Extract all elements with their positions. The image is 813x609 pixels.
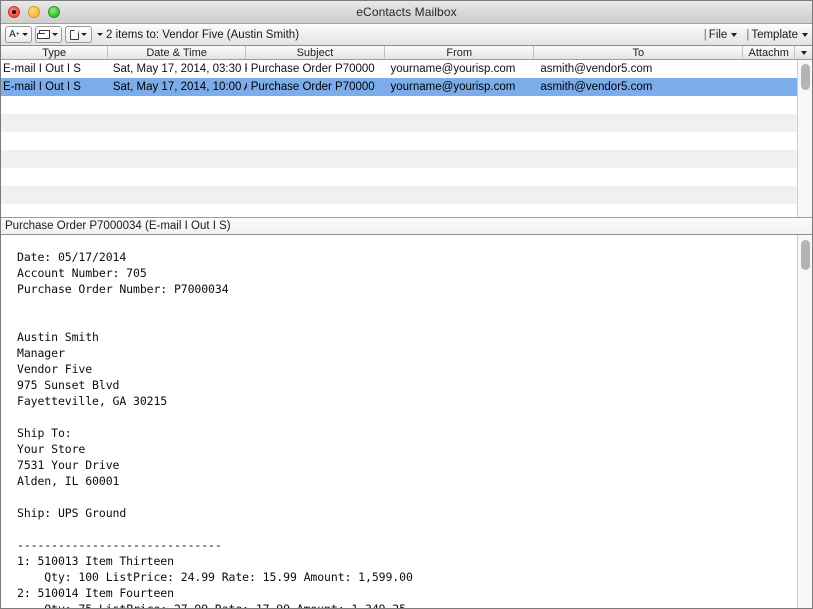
body-line — [17, 409, 797, 425]
message-list-panel: E-mail I Out I S Sat, May 17, 2014, 03:30… — [1, 60, 812, 218]
body-line — [17, 489, 797, 505]
message-list-scrollbar[interactable] — [797, 60, 812, 217]
zoom-button[interactable] — [48, 6, 60, 18]
cell-date: Sat, May 17, 2014, 10:00 AM — [112, 81, 247, 93]
page-view-button[interactable] — [65, 26, 92, 43]
file-menu-label: File — [708, 28, 728, 41]
body-line: Alden, IL 60001 — [17, 474, 120, 488]
cell-from: yourname@yourisp.com — [390, 81, 516, 93]
empty-row[interactable] — [1, 168, 797, 186]
body-line: 2: 510014 Item Fourteen — [17, 586, 174, 600]
letter-a-plus-icon: A + — [9, 28, 20, 40]
empty-row[interactable] — [1, 186, 797, 204]
chevron-down-icon — [802, 32, 808, 37]
window-view-button[interactable] — [35, 26, 62, 43]
list-column-headers: Type Date & Time Subject From To Attachm — [1, 46, 812, 60]
summary-disclosure-icon[interactable] — [97, 33, 103, 36]
menu-divider-icon: | — [703, 28, 707, 41]
body-line: Manager — [17, 346, 65, 360]
toolbar: A + 2 items to: Vendor Five (Austin Smith… — [1, 24, 812, 46]
table-row[interactable]: E-mail I Out I S Sat, May 17, 2014, 10:00… — [1, 78, 797, 96]
template-menu-label: Template — [751, 28, 798, 41]
menu-divider-icon: | — [746, 28, 750, 41]
file-menu[interactable]: | File — [704, 29, 738, 41]
detail-pane-scrollbar[interactable] — [797, 235, 812, 608]
empty-row[interactable] — [1, 150, 797, 168]
chevron-down-icon — [21, 33, 28, 36]
detail-pane-header: Purchase Order P7000034 (E-mail I Out I … — [1, 218, 812, 235]
chevron-down-icon — [81, 33, 87, 36]
cell-to: asmith@vendor5.com — [540, 81, 653, 93]
empty-row[interactable] — [1, 132, 797, 150]
item-count-summary: 2 items to: Vendor Five (Austin Smith) — [106, 28, 300, 41]
chevron-down-icon — [731, 32, 738, 37]
column-header-subject[interactable]: Subject — [246, 46, 386, 59]
cell-type: E-mail I Out I S — [3, 63, 81, 75]
column-header-type[interactable]: Type — [1, 46, 109, 59]
body-line: Qty: 100 ListPrice: 24.99 Rate: 15.99 Am… — [17, 570, 413, 584]
window-icon — [37, 30, 50, 39]
econtacts-mailbox-window: eContacts Mailbox A + 2 items to: Vendor … — [0, 0, 813, 609]
cell-to: asmith@vendor5.com — [540, 63, 653, 75]
body-line — [17, 521, 797, 537]
detail-pane-scroll-thumb[interactable] — [801, 240, 810, 270]
empty-row[interactable] — [1, 96, 797, 114]
cell-subject: Purchase Order P70000 — [250, 63, 375, 75]
chevron-down-icon — [52, 33, 58, 36]
empty-row[interactable] — [1, 114, 797, 132]
cell-from: yourname@yourisp.com — [390, 63, 516, 75]
message-body-text[interactable]: Date: 05/17/2014 Account Number: 705 Purch… — [1, 235, 797, 608]
body-line: Ship: UPS Ground — [17, 506, 127, 520]
title-bar: eContacts Mailbox — [1, 1, 812, 24]
body-line: Austin Smith — [17, 330, 99, 344]
template-menu[interactable]: | Template — [746, 29, 808, 41]
column-header-to[interactable]: To — [534, 46, 744, 59]
column-header-attachments[interactable]: Attachm — [743, 46, 794, 59]
font-size-button[interactable]: A + — [5, 26, 32, 43]
chevron-down-icon — [800, 50, 807, 55]
detail-pane: Date: 05/17/2014 Account Number: 705 Purch… — [1, 235, 812, 608]
empty-row[interactable] — [1, 204, 797, 217]
body-line: Account Number: 705 — [17, 266, 147, 280]
body-line: Qty: 75 ListPrice: 27.99 Rate: 17.99 Amo… — [17, 601, 797, 608]
column-options-button[interactable] — [794, 46, 812, 59]
cell-type: E-mail I Out I S — [3, 81, 81, 93]
body-line: 7531 Your Drive — [17, 458, 120, 472]
page-icon — [70, 29, 79, 40]
body-line: Vendor Five — [17, 362, 93, 376]
body-line: Purchase Order Number: P7000034 — [17, 282, 229, 296]
cell-subject: Purchase Order P70000 — [250, 81, 375, 93]
body-line — [17, 313, 797, 329]
message-list-scroll-thumb[interactable] — [801, 64, 810, 90]
body-line: Date: 05/17/2014 — [17, 250, 127, 264]
body-line — [17, 297, 797, 313]
message-list[interactable]: E-mail I Out I S Sat, May 17, 2014, 03:30… — [1, 60, 797, 217]
body-line: ------------------------------ — [17, 538, 222, 552]
table-row[interactable]: E-mail I Out I S Sat, May 17, 2014, 03:30… — [1, 60, 797, 78]
window-title: eContacts Mailbox — [356, 5, 457, 19]
body-line: Ship To: — [17, 426, 72, 440]
body-line: 1: 510013 Item Thirteen — [17, 554, 174, 568]
minimize-button[interactable] — [28, 6, 40, 18]
body-line: Fayetteville, GA 30215 — [17, 394, 168, 408]
cell-date: Sat, May 17, 2014, 03:30 PM — [112, 63, 247, 75]
body-line: Your Store — [17, 442, 86, 456]
body-line: 975 Sunset Blvd — [17, 378, 120, 392]
column-header-from[interactable]: From — [385, 46, 535, 59]
close-button[interactable] — [8, 6, 20, 18]
window-controls — [8, 6, 60, 18]
column-header-date[interactable]: Date & Time — [108, 46, 246, 59]
